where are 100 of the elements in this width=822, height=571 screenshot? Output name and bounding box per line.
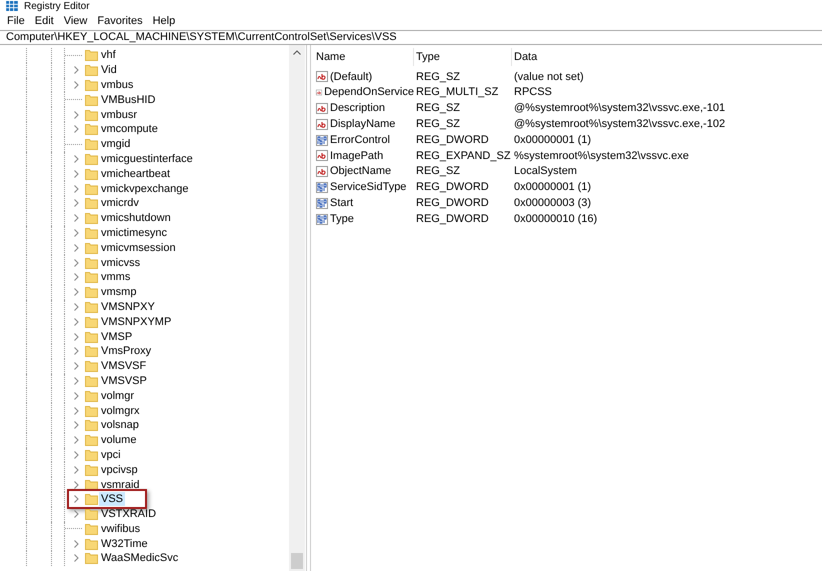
tree-item[interactable]: vmbus bbox=[99, 78, 136, 92]
string-value-icon bbox=[316, 103, 328, 114]
folder-icon bbox=[85, 138, 98, 150]
tree-item[interactable]: vmicrdv bbox=[99, 196, 141, 210]
value-type: REG_SZ bbox=[415, 164, 462, 180]
value-name[interactable]: DisplayName bbox=[330, 116, 396, 133]
tree-item[interactable]: VMSVSP bbox=[99, 374, 149, 388]
chevron-icon[interactable] bbox=[74, 436, 79, 444]
column-header[interactable]: Type bbox=[414, 48, 512, 66]
scroll-up-icon[interactable] bbox=[293, 50, 302, 55]
menu-item[interactable]: Favorites bbox=[93, 12, 147, 30]
tree-item[interactable]: vmsmp bbox=[99, 285, 138, 300]
scrollbar-thumb[interactable] bbox=[291, 553, 304, 569]
tree-item[interactable]: vmms bbox=[99, 270, 132, 284]
tree-item[interactable]: VSTXRAID bbox=[99, 507, 158, 522]
chevron-icon[interactable] bbox=[74, 66, 79, 74]
string-value-icon bbox=[316, 87, 322, 98]
tree-item[interactable]: VMSP bbox=[99, 330, 134, 344]
folder-icon bbox=[85, 108, 98, 121]
chevron-icon[interactable] bbox=[74, 170, 79, 178]
tree-item[interactable]: vmicheartbeat bbox=[99, 166, 172, 181]
tree-item[interactable]: vmicshutdown bbox=[99, 211, 173, 226]
value-name[interactable]: (Default) bbox=[330, 68, 372, 86]
tree-item[interactable]: vmicvss bbox=[99, 256, 142, 270]
menu-item[interactable]: View bbox=[60, 12, 92, 30]
tree-item[interactable]: vmickvpexchange bbox=[99, 182, 190, 196]
chevron-icon[interactable] bbox=[74, 302, 79, 311]
chevron-icon[interactable] bbox=[74, 80, 79, 89]
tree-item[interactable]: VSS bbox=[99, 492, 126, 506]
address-bar[interactable]: Computer\HKEY_LOCAL_MACHINE\SYSTEM\CurrentControlSet\Services\VSS bbox=[0, 31, 822, 44]
chevron-icon[interactable] bbox=[74, 110, 79, 119]
tree-item[interactable]: vsmraid bbox=[99, 478, 142, 492]
tree-item[interactable]: vmicguestinterface bbox=[99, 152, 195, 166]
chevron-icon[interactable] bbox=[74, 480, 79, 488]
tree-item[interactable]: VmsProxy bbox=[99, 344, 154, 358]
folder-icon bbox=[85, 538, 98, 550]
tree-item[interactable]: volmgr bbox=[99, 388, 136, 403]
tree-item[interactable]: vwifibus bbox=[99, 522, 142, 536]
tree-item[interactable]: VMSNPXYMP bbox=[99, 314, 174, 329]
value-name[interactable]: Type bbox=[330, 210, 354, 228]
tree-item[interactable]: Vid bbox=[99, 63, 119, 78]
chevron-icon[interactable] bbox=[74, 540, 79, 548]
scrollbar[interactable] bbox=[289, 45, 306, 571]
chevron-icon[interactable] bbox=[74, 466, 79, 474]
menu-item[interactable]: File bbox=[3, 12, 29, 30]
chevron-icon[interactable] bbox=[74, 273, 79, 282]
chevron-icon[interactable] bbox=[74, 258, 79, 267]
value-name[interactable]: Description bbox=[330, 100, 386, 117]
column-header[interactable]: Data bbox=[512, 48, 812, 66]
tree-item[interactable]: volmgrx bbox=[99, 404, 142, 418]
chevron-icon[interactable] bbox=[74, 214, 79, 222]
chevron-icon[interactable] bbox=[74, 125, 79, 134]
tree-item[interactable]: vmcompute bbox=[99, 122, 160, 136]
chevron-icon[interactable] bbox=[74, 510, 79, 518]
tree-item[interactable]: vhf bbox=[99, 48, 118, 62]
folder-icon bbox=[85, 508, 98, 520]
tree-item[interactable]: vpcivsp bbox=[99, 462, 140, 477]
value-name[interactable]: DependOnService bbox=[324, 84, 414, 101]
tree-item[interactable]: vmbusr bbox=[99, 108, 140, 122]
chevron-icon[interactable] bbox=[74, 406, 79, 415]
tree-item[interactable]: volume bbox=[99, 433, 138, 448]
chevron-icon[interactable] bbox=[74, 288, 79, 296]
chevron-icon[interactable] bbox=[74, 184, 79, 193]
value-name[interactable]: ImagePath bbox=[330, 148, 384, 164]
menu-item[interactable]: Edit bbox=[30, 12, 58, 30]
chevron-icon[interactable] bbox=[74, 318, 79, 326]
value-data: RPCSS bbox=[513, 85, 553, 100]
value-name[interactable]: ServiceSidType bbox=[330, 179, 406, 196]
tree-item[interactable]: W32Time bbox=[99, 536, 150, 551]
tree-item[interactable]: vpci bbox=[99, 448, 123, 462]
chevron-icon[interactable] bbox=[74, 450, 79, 459]
chevron-icon[interactable] bbox=[74, 495, 79, 504]
value-type: REG_DWORD bbox=[415, 132, 490, 148]
chevron-icon[interactable] bbox=[74, 421, 79, 430]
chevron-icon[interactable] bbox=[74, 244, 79, 252]
chevron-icon[interactable] bbox=[74, 154, 79, 163]
folder-icon bbox=[85, 168, 98, 180]
value-name[interactable]: ObjectName bbox=[330, 163, 392, 180]
tree-item[interactable]: VMBusHID bbox=[99, 92, 158, 107]
folder-icon bbox=[85, 242, 98, 254]
chevron-icon[interactable] bbox=[74, 362, 79, 370]
chevron-icon[interactable] bbox=[74, 199, 79, 208]
tree-item[interactable]: vmgid bbox=[99, 137, 132, 152]
value-name[interactable]: Start bbox=[330, 195, 354, 212]
tree-item[interactable]: vmicvmsession bbox=[99, 240, 178, 255]
chevron-icon[interactable] bbox=[74, 347, 79, 356]
chevron-icon[interactable] bbox=[74, 376, 79, 385]
tree-item[interactable]: volsnap bbox=[99, 418, 141, 432]
chevron-icon[interactable] bbox=[74, 332, 79, 341]
tree-item[interactable]: VMSVSF bbox=[99, 359, 148, 374]
chevron-icon[interactable] bbox=[74, 392, 79, 400]
value-name[interactable]: ErrorControl bbox=[330, 132, 390, 148]
string-value-icon bbox=[316, 166, 328, 178]
chevron-icon[interactable] bbox=[74, 554, 79, 562]
tree-item[interactable]: WaaSMedicSvc bbox=[99, 551, 180, 566]
tree-item[interactable]: VMSNPXY bbox=[99, 300, 157, 314]
column-header[interactable]: Name bbox=[314, 48, 414, 66]
tree-item[interactable]: vmictimesync bbox=[99, 226, 170, 240]
chevron-icon[interactable] bbox=[74, 228, 79, 237]
menu-item[interactable]: Help bbox=[148, 12, 180, 30]
